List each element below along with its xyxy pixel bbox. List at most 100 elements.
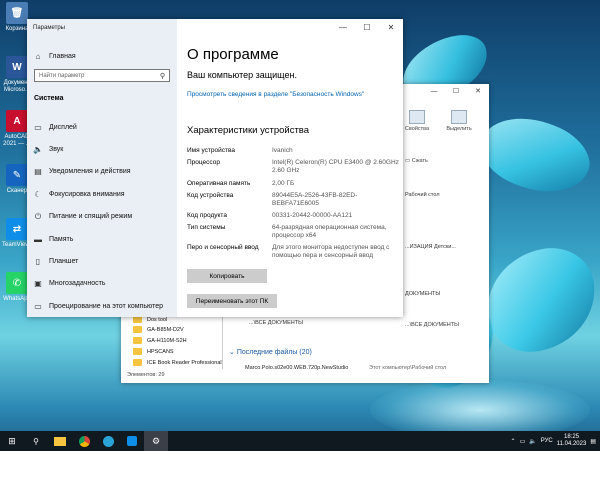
- taskbar-edge[interactable]: [96, 431, 120, 451]
- taskbar-search[interactable]: ⚲: [24, 431, 48, 451]
- folder-item[interactable]: Dos tool: [133, 316, 167, 323]
- home-icon: ⌂: [35, 51, 41, 61]
- notifications-icon[interactable]: ▤: [590, 438, 596, 445]
- spec-value: Intel(R) Celeron(R) CPU E3400 @ 2.60GHz …: [272, 159, 399, 174]
- sidebar-item-label: Дисплей: [49, 123, 77, 131]
- multitasking-icon: ▣: [34, 279, 42, 289]
- folder-item[interactable]: GA-H110M-S2H: [133, 337, 187, 344]
- sidebar-item-label: Уведомления и действия: [49, 168, 131, 176]
- whatsapp-icon: ✆: [6, 272, 28, 294]
- sidebar-item-sound[interactable]: 🔈 Звук: [27, 140, 177, 158]
- select-icon: [451, 110, 467, 124]
- properties-icon: [409, 110, 425, 124]
- notifications-icon: ▤: [34, 167, 42, 177]
- sidebar-item-home[interactable]: ⌂ Главная: [27, 47, 177, 65]
- system-tray: ⌃ ▭ 🔈 РУС 18:25 11.04.2023 ▤: [511, 434, 600, 448]
- taskbar: ⊞ ⚲ ⚙ ⌃ ▭ 🔈 РУС 18:25 11.04.2023 ▤: [0, 431, 600, 451]
- storage-icon: ▬: [34, 234, 42, 244]
- search-icon: ⚲: [159, 72, 165, 80]
- edge-icon: [102, 435, 114, 447]
- search-placeholder: Найти параметр: [39, 72, 85, 79]
- folder-item[interactable]: GA-B85M-D2V: [133, 326, 184, 333]
- sidebar-item-display[interactable]: ▭ Дисплей: [27, 118, 177, 136]
- clock[interactable]: 18:25 11.04.2023: [557, 434, 587, 448]
- pane-divider: [222, 309, 223, 369]
- sidebar-item-tablet[interactable]: ▯ Планшет: [27, 252, 177, 270]
- spec-label: Код продукта: [187, 212, 227, 219]
- spec-value: 00331-20442-00000-AA121: [272, 212, 353, 219]
- settings-window[interactable]: Параметры ⌂ Главная Найти параметр ⚲ Сис…: [27, 19, 403, 317]
- recent-files-heading[interactable]: ⌄ Последние файлы (20): [229, 348, 312, 356]
- taskbar-teamviewer[interactable]: [120, 431, 144, 451]
- sidebar-item-notifications[interactable]: ▤ Уведомления и действия: [27, 163, 177, 181]
- sidebar-item-power[interactable]: ⏻ Питание и спящий режим: [27, 208, 177, 226]
- bottom-border: [0, 451, 600, 480]
- list-item[interactable]: ...ИЗАЦИЯ Детски...: [405, 244, 456, 250]
- sidebar-item-focus-assist[interactable]: ☾ Фокусировка внимания: [27, 185, 177, 203]
- protection-status: Ваш компьютер защищен.: [187, 70, 297, 80]
- sidebar-item-label: Главная: [49, 52, 76, 60]
- focus-assist-icon: ☾: [34, 189, 42, 199]
- folder-icon: [133, 316, 142, 323]
- butterfly-wing: [470, 100, 600, 210]
- list-item[interactable]: ...\ВСЕ ДОКУМЕНТЫ: [405, 322, 459, 328]
- security-link[interactable]: Просмотреть сведения в разделе "Безопасн…: [187, 91, 367, 99]
- copy-button[interactable]: Копировать: [187, 269, 267, 283]
- section-title: Система: [34, 95, 64, 102]
- windows-icon: ⊞: [8, 435, 16, 446]
- spec-heading: Характеристики устройства: [187, 125, 310, 136]
- maximize-icon[interactable]: ☐: [445, 84, 467, 98]
- folder-item[interactable]: HPSCANS: [133, 348, 174, 355]
- properties-button[interactable]: Свойства: [399, 110, 435, 132]
- folder-item[interactable]: ICE Book Reader Professional: [133, 359, 222, 366]
- compress-icon: ▭: [405, 158, 412, 164]
- spec-label: Процессор: [187, 159, 220, 166]
- minimize-icon[interactable]: —: [331, 19, 355, 35]
- select-button[interactable]: Выделить: [441, 110, 477, 132]
- taskbar-chrome[interactable]: [72, 431, 96, 451]
- taskbar-settings[interactable]: ⚙: [144, 431, 168, 451]
- spec-value: Ivanich: [272, 147, 293, 154]
- taskbar-explorer[interactable]: [48, 431, 72, 451]
- recent-file-item[interactable]: Marco.Polo.s02e00.WEB.720p.NewStudio: [245, 365, 348, 371]
- sidebar-item-label: Питание и спящий режим: [49, 213, 133, 221]
- sidebar-item-label: Память: [49, 235, 74, 243]
- clock-time: 18:25: [564, 434, 580, 440]
- folder-icon: [133, 326, 142, 333]
- list-item[interactable]: Рабочий стол: [405, 192, 440, 198]
- projecting-icon: ▭: [34, 301, 42, 311]
- select-label: Выделить: [446, 126, 472, 132]
- rename-pc-button[interactable]: Переименовать этот ПК: [187, 294, 277, 308]
- settings-sidebar: Параметры ⌂ Главная Найти параметр ⚲ Сис…: [27, 19, 177, 317]
- sidebar-item-label: Фокусировка внимания: [49, 190, 125, 198]
- sidebar-item-label: Звук: [49, 145, 64, 153]
- teamviewer-icon: ⇄: [6, 218, 28, 240]
- window-controls: — ☐ ✕: [423, 84, 489, 98]
- close-icon[interactable]: ✕: [467, 84, 489, 98]
- start-button[interactable]: ⊞: [0, 431, 24, 451]
- close-icon[interactable]: ✕: [379, 19, 403, 35]
- maximize-icon[interactable]: ☐: [355, 19, 379, 35]
- minimize-icon[interactable]: —: [423, 84, 445, 98]
- compress-button[interactable]: ▭ Сжать: [405, 158, 428, 164]
- list-item[interactable]: ...\ВСЕ ДОКУМЕНТЫ: [249, 320, 303, 326]
- teamviewer-icon: [127, 436, 137, 446]
- spec-label: Оперативная память: [187, 180, 251, 187]
- page-title: О программе: [187, 46, 279, 63]
- spec-label: Код устройства: [187, 192, 234, 199]
- search-input[interactable]: Найти параметр ⚲: [34, 69, 170, 82]
- sidebar-item-storage[interactable]: ▬ Память: [27, 230, 177, 248]
- network-icon[interactable]: ▭: [520, 438, 526, 445]
- sidebar-item-multitasking[interactable]: ▣ Многозадачность: [27, 275, 177, 293]
- power-icon: ⏻: [34, 211, 42, 221]
- language-indicator[interactable]: РУС: [541, 438, 553, 444]
- chevron-up-icon[interactable]: ⌃: [511, 438, 516, 445]
- settings-content: — ☐ ✕ О программе Ваш компьютер защищен.…: [177, 19, 403, 317]
- chevron-down-icon: ⌄: [229, 349, 237, 356]
- window-title: Параметры: [33, 25, 65, 31]
- recent-file-location: Этот компьютер\Рабочий стол: [369, 365, 447, 371]
- volume-icon[interactable]: 🔈: [529, 438, 536, 445]
- sidebar-item-projecting[interactable]: ▭ Проецирование на этот компьютер: [27, 297, 177, 315]
- spec-value: 89044E5A-2526-43FB-82ED-BEBFA71E6005: [272, 192, 358, 207]
- list-item[interactable]: ДОКУМЕНТЫ: [405, 291, 440, 297]
